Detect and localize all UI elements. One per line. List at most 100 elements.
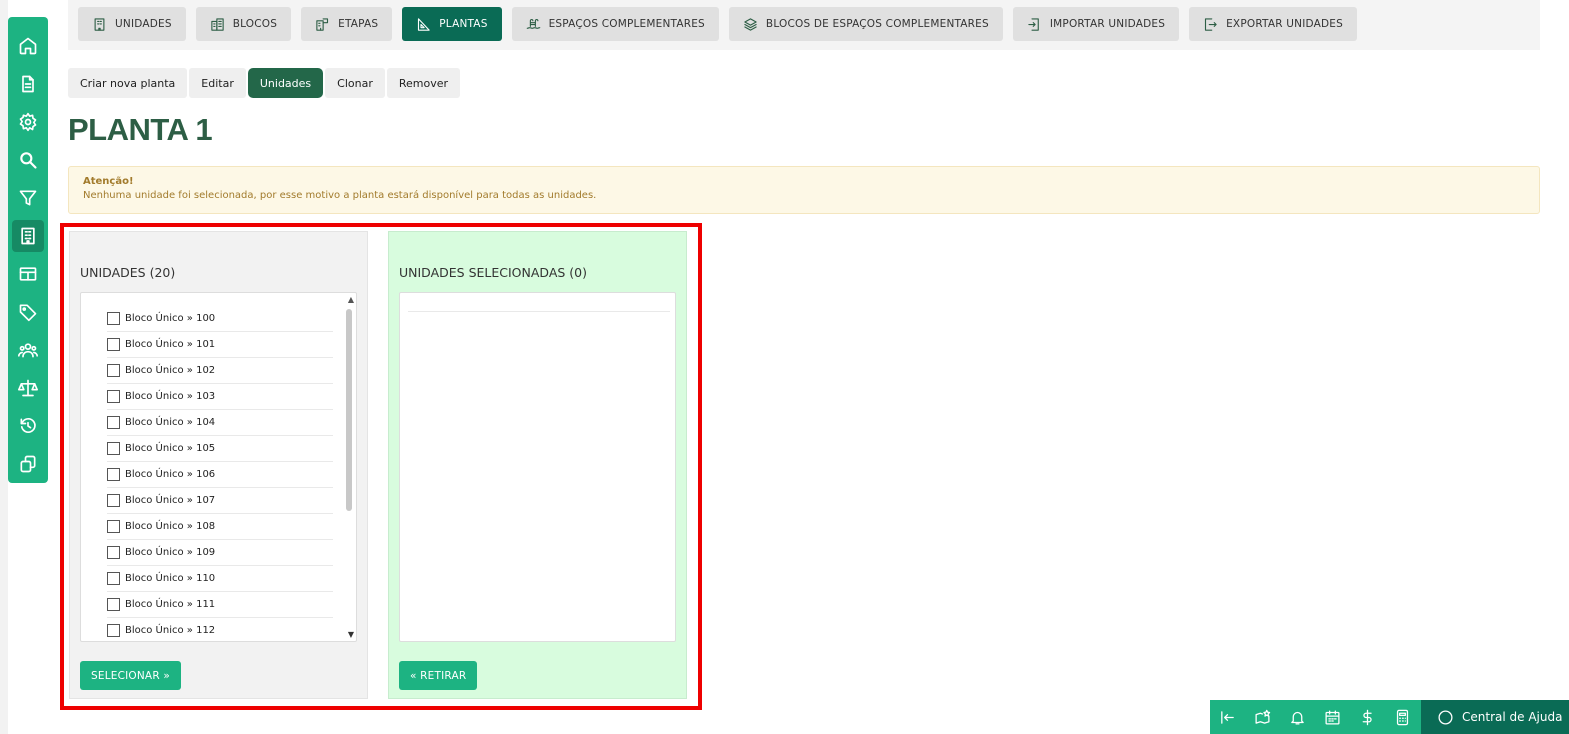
filter-icon — [19, 190, 37, 206]
chat-icon — [1438, 709, 1453, 725]
building-icon — [21, 227, 35, 245]
list-item[interactable]: Bloco Único » 111 — [107, 592, 333, 618]
scrollbar[interactable] — [346, 309, 352, 511]
unit-checkbox[interactable] — [107, 338, 120, 351]
list-item[interactable]: Bloco Único » 108 — [107, 514, 333, 540]
tab-importar-unidades[interactable]: IMPORTAR UNIDADES — [1012, 7, 1180, 41]
clone-button[interactable]: Clonar — [325, 68, 385, 98]
unit-checkbox[interactable] — [107, 598, 120, 611]
unit-checkbox[interactable] — [107, 416, 120, 429]
sidebar-item-table[interactable] — [8, 255, 48, 293]
help-center-label: Central de Ajuda — [1462, 710, 1563, 724]
list-item[interactable]: Bloco Único » 107 — [107, 488, 333, 514]
sidebar-item-history[interactable] — [8, 407, 48, 445]
tab-unidades[interactable]: UNIDADES — [78, 7, 186, 41]
remove-button[interactable]: Remover — [386, 68, 461, 98]
finance-button[interactable] — [1350, 700, 1385, 734]
unit-checkbox[interactable] — [107, 546, 120, 559]
unit-label: Bloco Único » 101 — [125, 339, 216, 350]
history-icon — [20, 417, 36, 433]
tab-label: IMPORTAR UNIDADES — [1049, 18, 1166, 30]
sidebar-item-users[interactable] — [8, 331, 48, 369]
select-button[interactable]: SELECIONAR » — [80, 661, 181, 690]
scroll-down-arrow[interactable]: ▼ — [348, 630, 354, 639]
selected-units-panel: UNIDADES SELECIONADAS (0) « RETIRAR — [388, 231, 687, 699]
unit-checkbox[interactable] — [107, 520, 120, 533]
unit-checkbox[interactable] — [107, 494, 120, 507]
sidebar-item-tags[interactable] — [8, 293, 48, 331]
list-item[interactable]: Bloco Único » 104 — [107, 410, 333, 436]
unit-label: Bloco Único » 105 — [125, 443, 216, 454]
tab-blocos-espacos-complementares[interactable]: BLOCOS DE ESPAÇOS COMPLEMENTARES — [728, 7, 1003, 41]
calculator-button[interactable] — [1385, 700, 1420, 734]
sidebar-item-filter[interactable] — [8, 179, 48, 217]
sidebar-item-search[interactable] — [8, 141, 48, 179]
sidebar — [8, 17, 48, 483]
help-center-button[interactable]: Central de Ajuda — [1421, 700, 1569, 734]
tab-blocos[interactable]: BLOCOS — [195, 7, 292, 41]
sidebar-item-documents[interactable] — [8, 65, 48, 103]
tab-plantas[interactable]: PLANTAS — [402, 7, 502, 41]
tab-label: ETAPAS — [338, 18, 379, 30]
sidebar-item-copy[interactable] — [8, 445, 48, 483]
unit-checkbox[interactable] — [107, 468, 120, 481]
list-item[interactable]: Bloco Único » 100 — [107, 306, 333, 332]
list-item[interactable]: Bloco Único » 101 — [107, 332, 333, 358]
notifications-button[interactable] — [1280, 700, 1315, 734]
create-plant-button[interactable]: Criar nova planta — [68, 68, 188, 98]
table-icon — [19, 267, 37, 281]
unit-label: Bloco Único » 108 — [125, 521, 216, 532]
top-navigation: UNIDADES BLOCOS ETAPAS PLANTAS ESPAÇOS C… — [68, 0, 1540, 50]
unit-label: Bloco Único » 111 — [125, 599, 216, 610]
copy-icon — [20, 455, 36, 473]
list-item[interactable]: Bloco Único » 106 — [107, 462, 333, 488]
users-icon — [18, 343, 38, 358]
document-icon — [22, 75, 34, 93]
unit-checkbox[interactable] — [107, 572, 120, 585]
tab-label: BLOCOS — [232, 18, 278, 30]
unit-checkbox[interactable] — [107, 390, 120, 403]
sidebar-item-settings[interactable] — [8, 103, 48, 141]
tab-espacos-complementares[interactable]: ESPAÇOS COMPLEMENTARES — [511, 7, 719, 41]
unit-checkbox[interactable] — [107, 364, 120, 377]
scale-icon — [18, 379, 38, 397]
scroll-up-arrow[interactable]: ▲ — [348, 295, 354, 304]
available-units-list[interactable]: Bloco Único » 100 Bloco Único » 101 Bloc… — [80, 292, 357, 642]
unit-checkbox[interactable] — [107, 312, 120, 325]
unit-label: Bloco Único » 104 — [125, 417, 216, 428]
divider — [408, 311, 670, 312]
map-star-icon — [1255, 709, 1271, 724]
selected-units-list[interactable] — [399, 292, 676, 642]
unit-checkbox[interactable] — [107, 442, 120, 455]
list-item[interactable]: Bloco Único » 109 — [107, 540, 333, 566]
alert-title: Atenção! — [83, 176, 134, 187]
unit-label: Bloco Único » 100 — [125, 313, 216, 324]
home-icon — [19, 37, 37, 55]
search-icon — [20, 152, 37, 169]
available-units-panel: UNIDADES (20) Bloco Único » 100 Bloco Ún… — [69, 231, 368, 699]
list-item[interactable]: Bloco Único » 102 — [107, 358, 333, 384]
bottom-toolbar: Central de Ajuda — [1210, 700, 1569, 734]
selected-units-title: UNIDADES SELECIONADAS (0) — [399, 265, 587, 280]
unit-checkbox[interactable] — [107, 624, 120, 637]
units-button[interactable]: Unidades — [247, 68, 324, 98]
unit-label: Bloco Único » 102 — [125, 365, 216, 376]
unit-label: Bloco Único » 110 — [125, 573, 216, 584]
edit-button[interactable]: Editar — [189, 68, 246, 98]
sidebar-item-home[interactable] — [8, 27, 48, 65]
remove-selected-button[interactable]: « RETIRAR — [399, 661, 478, 690]
tab-etapas[interactable]: ETAPAS — [301, 7, 393, 41]
list-item[interactable]: Bloco Único » 112 — [107, 618, 333, 641]
list-item[interactable]: Bloco Único » 110 — [107, 566, 333, 592]
sidebar-item-buildings[interactable] — [8, 217, 48, 255]
list-item[interactable]: Bloco Único » 103 — [107, 384, 333, 410]
available-units-title: UNIDADES (20) — [80, 265, 176, 280]
sidebar-item-legal[interactable] — [8, 369, 48, 407]
collapse-button[interactable] — [1210, 700, 1245, 734]
gear-icon — [19, 112, 37, 132]
list-item[interactable]: Bloco Único » 105 — [107, 436, 333, 462]
tab-exportar-unidades[interactable]: EXPORTAR UNIDADES — [1189, 7, 1357, 41]
export-icon — [1205, 17, 1217, 31]
calendar-button[interactable] — [1315, 700, 1350, 734]
map-button[interactable] — [1245, 700, 1280, 734]
